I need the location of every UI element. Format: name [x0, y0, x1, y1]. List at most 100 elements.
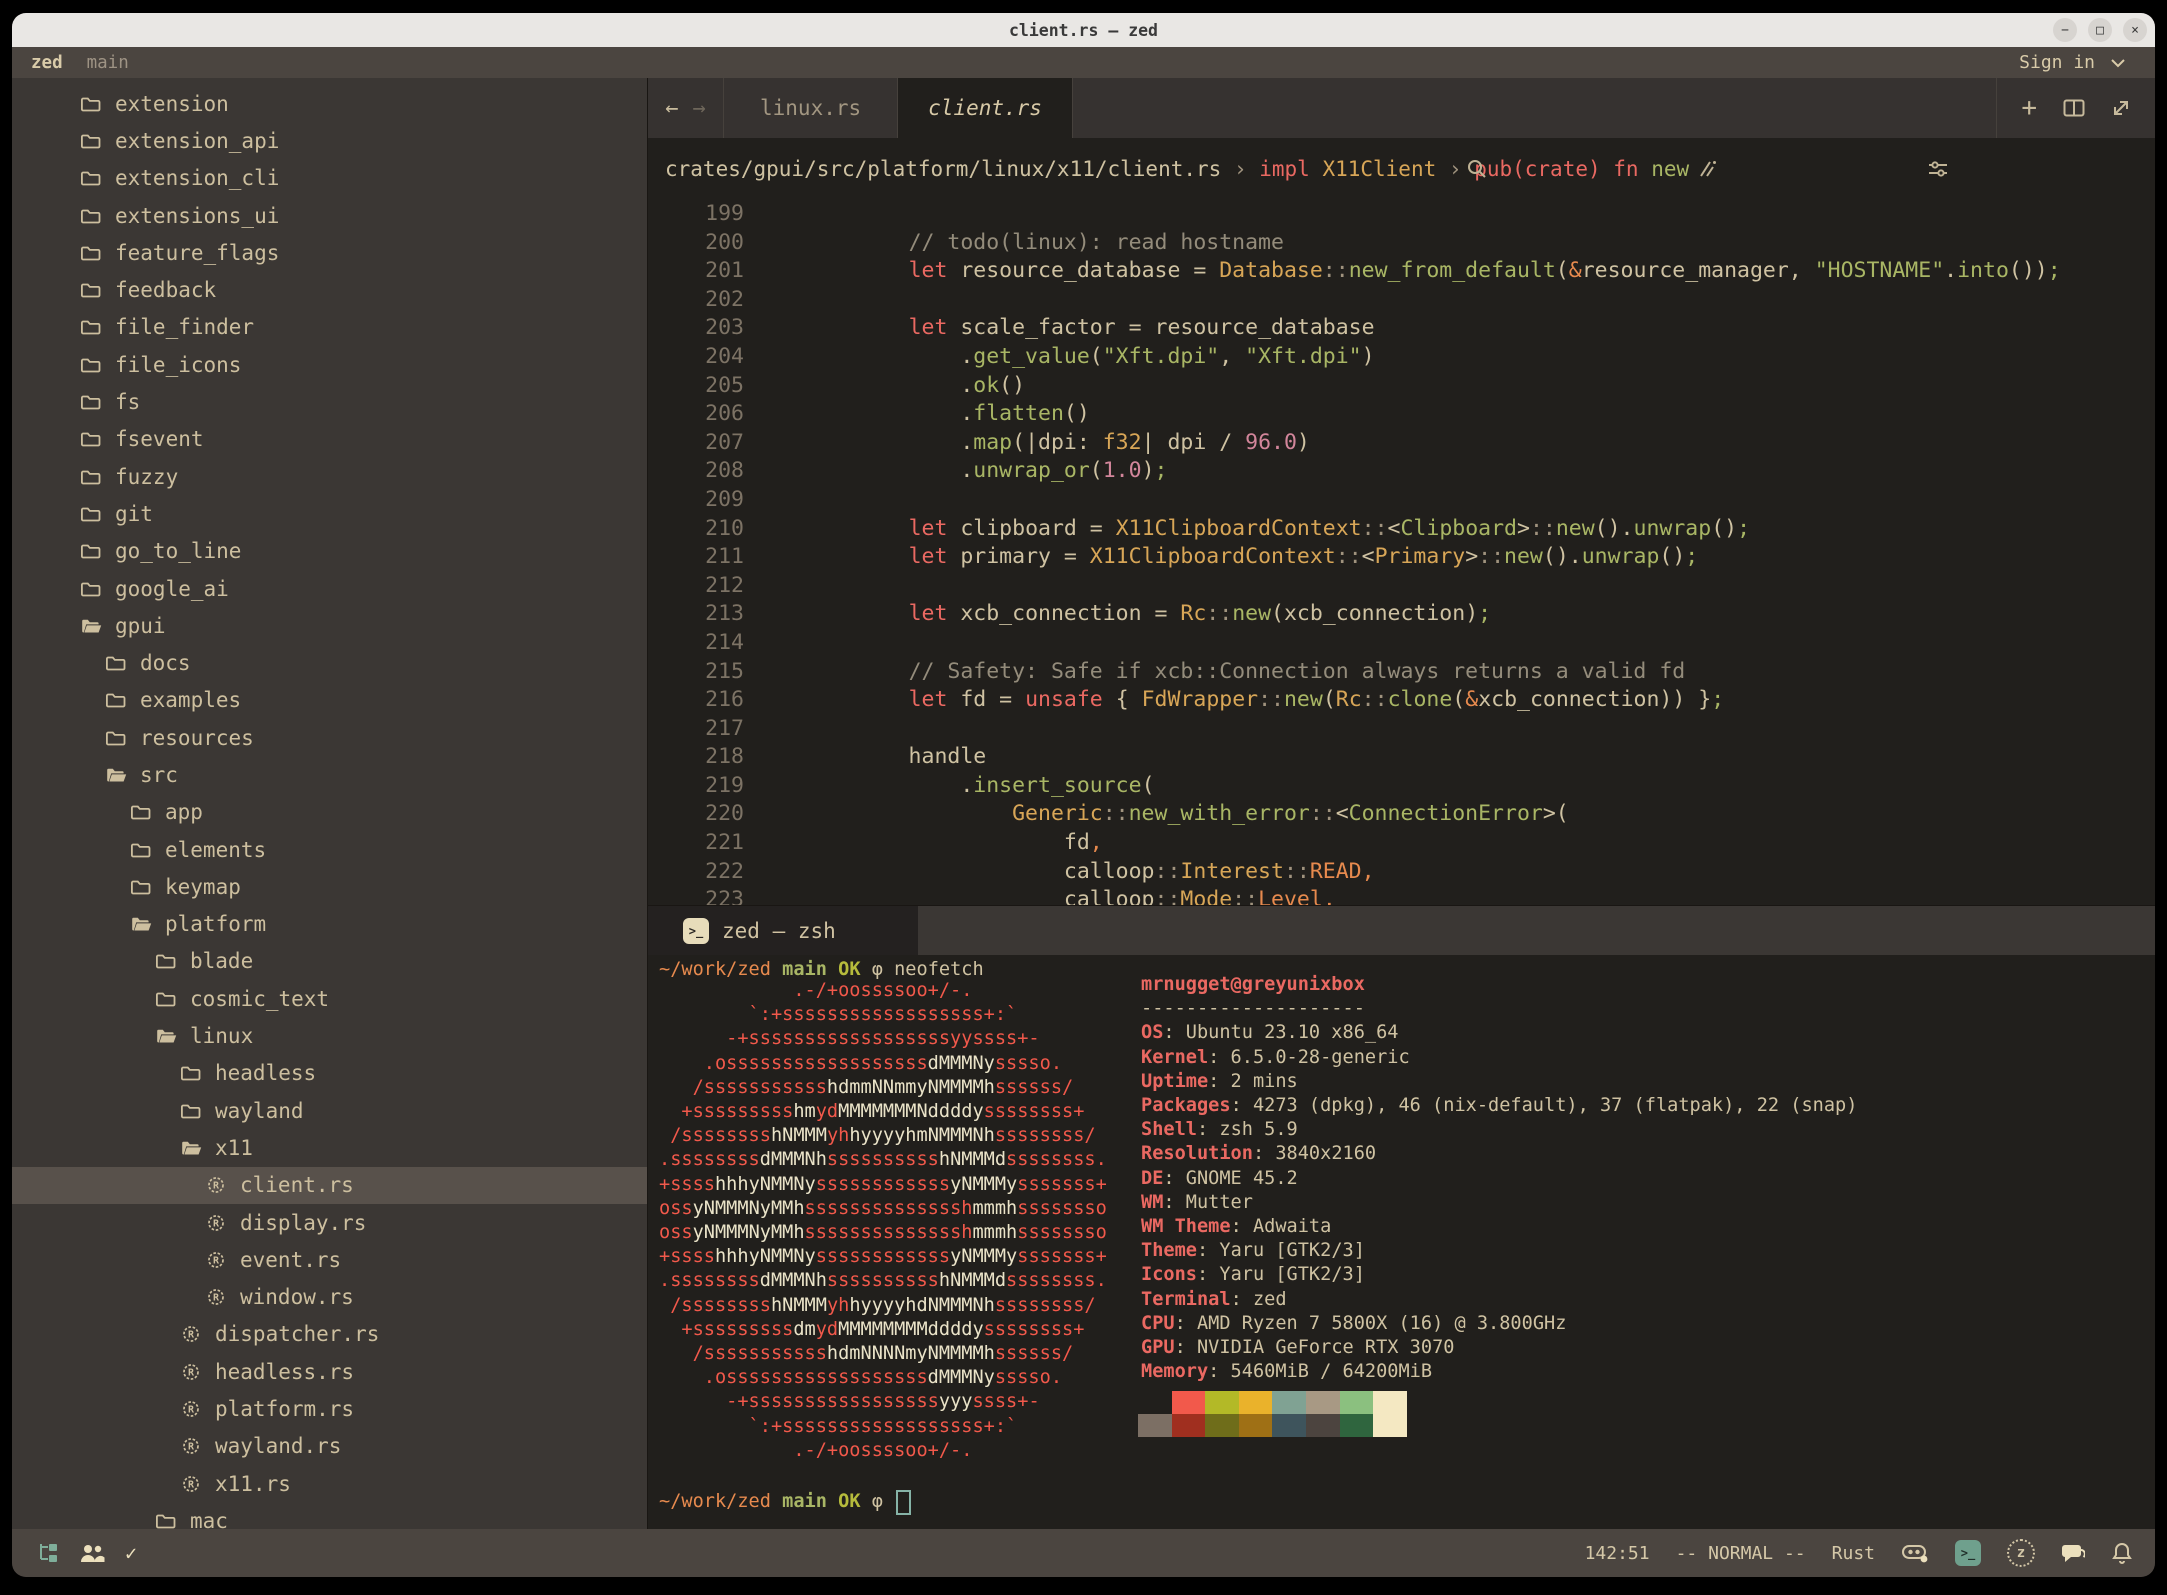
window-controls: − □ × [2053, 18, 2147, 42]
tree-item-platform[interactable]: platform [12, 906, 647, 943]
neofetch-info-value: : Ubuntu 23.10 x86_64 [1163, 1022, 1398, 1043]
ascii-art-line: -+sssssssssssssssssyyyssss+- [659, 1390, 1107, 1414]
collaboration-icon[interactable] [79, 1543, 105, 1563]
back-icon[interactable]: ← [665, 96, 678, 121]
folder-open-icon [105, 765, 127, 785]
tree-item-fsevent[interactable]: fsevent [12, 421, 647, 458]
tree-item-x11[interactable]: x11 [12, 1129, 647, 1166]
ascii-art-line: .ossssssssssssssssssdMMMNysssso. [659, 1052, 1107, 1076]
color-swatch [1138, 1391, 1172, 1414]
neofetch-info-label: Packages [1141, 1095, 1231, 1116]
code-line: 223 calloop::Mode::Level, [648, 886, 2155, 905]
tree-item-mac[interactable]: mac [12, 1502, 647, 1529]
neofetch-info-line: GPU: NVIDIA GeForce RTX 3070 [1141, 1336, 1857, 1360]
notifications-bell-icon[interactable] [2111, 1542, 2133, 1564]
menu-bar: zed main Sign in [12, 47, 2155, 78]
tree-item-resources[interactable]: resources [12, 719, 647, 756]
tree-item-x11-rs[interactable]: Rx11.rs [12, 1465, 647, 1502]
code-buffer[interactable]: 199200 // todo(linux): read hostname201 … [648, 200, 2155, 905]
terminal-content[interactable]: ~/work/zed main OK φ neofetch .-/+oossss… [648, 955, 2155, 1529]
neofetch-user-host: mrnugget@greyunixbox [1141, 973, 1857, 997]
tab-client-rs[interactable]: client.rs [898, 78, 1073, 138]
chat-icon[interactable] [2061, 1542, 2085, 1564]
tree-item-wayland[interactable]: wayland [12, 1092, 647, 1129]
magic-wand-icon[interactable] [1696, 110, 1898, 228]
tree-item-feature-flags[interactable]: feature_flags [12, 234, 647, 271]
tree-item-examples[interactable]: examples [12, 682, 647, 719]
terminal-toggle-icon[interactable]: >_ [1955, 1540, 1981, 1566]
tree-item-git[interactable]: git [12, 495, 647, 532]
tree-item-feedback[interactable]: feedback [12, 271, 647, 308]
sign-in-button[interactable]: Sign in [2019, 52, 2095, 73]
tree-item-label: extension_api [115, 129, 279, 153]
tree-item-extension-cli[interactable]: extension_cli [12, 160, 647, 197]
code-text: .insert_source( [805, 772, 1155, 801]
breadcrumb[interactable]: crates/gpui/src/platform/linux/x11/clien… [648, 138, 2155, 200]
code-line: 200 // todo(linux): read hostname [648, 229, 2155, 258]
terminal-color-swatches [1138, 1391, 1407, 1437]
folder-icon [80, 467, 102, 487]
code-text: calloop::Interest::READ, [805, 858, 1375, 887]
folder-icon [80, 131, 102, 151]
project-panel-toggle-icon[interactable] [37, 1543, 59, 1563]
cursor-position[interactable]: 142:51 [1585, 1543, 1650, 1564]
tree-item-file-finder[interactable]: file_finder [12, 309, 647, 346]
tree-item-display-rs[interactable]: Rdisplay.rs [12, 1204, 647, 1241]
tree-item-extension[interactable]: extension [12, 85, 647, 122]
tree-item-label: dispatcher.rs [215, 1322, 379, 1346]
chevron-down-icon[interactable] [2109, 57, 2127, 69]
settings-sliders-icon[interactable] [1927, 110, 2129, 228]
tree-item-blade[interactable]: blade [12, 943, 647, 980]
svg-text:R: R [188, 1405, 195, 1416]
diagnostics-check-icon[interactable]: ✓ [125, 1541, 137, 1565]
svg-text:R: R [213, 1255, 220, 1266]
tree-item-window-rs[interactable]: Rwindow.rs [12, 1279, 647, 1316]
color-swatch [1272, 1414, 1306, 1437]
tree-item-label: src [140, 763, 178, 787]
maximize-button[interactable]: □ [2088, 18, 2112, 42]
screen-share-icon[interactable]: z [2007, 1539, 2035, 1567]
code-line: 216 let fd = unsafe { FdWrapper::new(Rc:… [648, 686, 2155, 715]
tree-item-file-icons[interactable]: file_icons [12, 346, 647, 383]
close-button[interactable]: × [2123, 18, 2147, 42]
tree-item-extensions-ui[interactable]: extensions_ui [12, 197, 647, 234]
language-selector[interactable]: Rust [1832, 1543, 1875, 1564]
tree-item-app[interactable]: app [12, 794, 647, 831]
tab-linux-rs[interactable]: linux.rs [724, 78, 898, 138]
tree-item-headless[interactable]: headless [12, 1055, 647, 1092]
title-bar[interactable]: client.rs — zed − □ × [12, 13, 2155, 47]
tree-item-linux[interactable]: linux [12, 1017, 647, 1054]
tree-item-keymap[interactable]: keymap [12, 868, 647, 905]
tree-item-fuzzy[interactable]: fuzzy [12, 458, 647, 495]
code-text: handle [805, 743, 986, 772]
tree-item-fs[interactable]: fs [12, 383, 647, 420]
tree-item-platform-rs[interactable]: Rplatform.rs [12, 1390, 647, 1427]
line-number: 200 [648, 229, 744, 258]
minimize-button[interactable]: − [2053, 18, 2077, 42]
tree-item-src[interactable]: src [12, 756, 647, 793]
terminal-tab[interactable]: >_ zed — zsh [648, 906, 918, 955]
tree-item-cosmic-text[interactable]: cosmic_text [12, 980, 647, 1017]
tree-item-docs[interactable]: docs [12, 644, 647, 681]
tree-item-elements[interactable]: elements [12, 831, 647, 868]
branch-menu[interactable]: main [87, 53, 129, 73]
forward-icon[interactable]: → [693, 96, 706, 121]
search-icon[interactable] [1466, 110, 1668, 228]
code-line: 206 .flatten() [648, 400, 2155, 429]
tree-item-google-ai[interactable]: google_ai [12, 570, 647, 607]
tree-item-go-to-line[interactable]: go_to_line [12, 533, 647, 570]
tree-item-wayland-rs[interactable]: Rwayland.rs [12, 1428, 647, 1465]
tree-item-dispatcher-rs[interactable]: Rdispatcher.rs [12, 1316, 647, 1353]
code-text: Generic::new_with_error::<ConnectionErro… [805, 800, 1569, 829]
copilot-icon[interactable] [1901, 1542, 1929, 1564]
tree-item-gpui[interactable]: gpui [12, 607, 647, 644]
code-text: fd, [805, 829, 1103, 858]
tree-item-label: fuzzy [115, 465, 178, 489]
tree-item-client-rs[interactable]: Rclient.rs [12, 1167, 647, 1204]
folder-icon [105, 690, 127, 710]
tree-item-event-rs[interactable]: Revent.rs [12, 1241, 647, 1278]
tree-item-headless-rs[interactable]: Rheadless.rs [12, 1353, 647, 1390]
project-menu[interactable]: zed [31, 53, 63, 73]
tree-item-label: window.rs [240, 1285, 354, 1309]
tree-item-extension-api[interactable]: extension_api [12, 122, 647, 159]
